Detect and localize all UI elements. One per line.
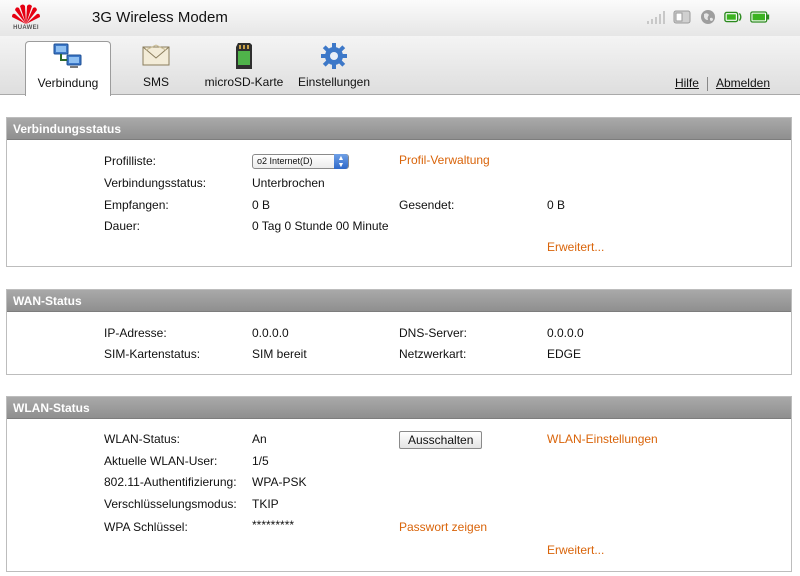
wan-status-panel: WAN-Status IP-Adresse: 0.0.0.0 DNS-Serve…	[6, 289, 792, 375]
connection-status-value: Unterbrochen	[252, 176, 325, 190]
link-divider	[706, 76, 708, 91]
select-arrows-icon: ▲ ▼	[334, 154, 348, 169]
tab-label: Einstellungen	[297, 75, 371, 89]
panel-title: WAN-Status	[7, 290, 791, 312]
encryption-value: TKIP	[252, 497, 279, 511]
encryption-label: Verschlüsselungsmodus:	[104, 497, 237, 511]
sent-label: Gesendet:	[399, 198, 455, 212]
panel-title: WLAN-Status	[7, 397, 791, 419]
top-links: Hilfe Abmelden	[675, 76, 770, 91]
wpa-key-value: *********	[252, 518, 295, 532]
profile-management-link[interactable]: Profil-Verwaltung	[399, 153, 490, 167]
connection-status-label: Verbindungsstatus:	[104, 176, 207, 190]
dns-server-value: 0.0.0.0	[547, 326, 584, 340]
ip-address-label: IP-Adresse:	[104, 326, 167, 340]
dns-server-label: DNS-Server:	[399, 326, 468, 340]
tab-label: SMS	[142, 75, 169, 89]
logout-link[interactable]: Abmelden	[716, 76, 770, 90]
connection-advanced-link[interactable]: Erweitert...	[547, 240, 604, 254]
show-password-link[interactable]: Passwort zeigen	[399, 520, 487, 534]
tab-sms[interactable]: SMS	[126, 41, 186, 95]
tab-einstellungen[interactable]: Einstellungen	[292, 41, 376, 95]
network-type-label: Netzwerkart:	[399, 347, 467, 361]
wlan-settings-link[interactable]: WLAN-Einstellungen	[547, 432, 658, 446]
wlan-users-value: 1/5	[252, 454, 269, 468]
memory-card-icon	[236, 43, 252, 69]
globe-icon	[698, 8, 718, 26]
gear-icon	[321, 43, 347, 69]
tab-verbindung[interactable]: Verbindung	[25, 41, 111, 96]
profile-select[interactable]: o2 Internet(D) ▲ ▼	[252, 154, 349, 169]
brand-name: HUAWEI	[13, 25, 39, 31]
main-navigation: Verbindung SMS microSD-Karte Einstellung…	[0, 36, 800, 96]
panel-title: Verbindungsstatus	[7, 118, 791, 140]
network-type-value: EDGE	[547, 347, 582, 361]
wlan-advanced-link[interactable]: Erweitert...	[547, 543, 604, 557]
title-bar: HUAWEI 3G Wireless Modem	[0, 0, 800, 36]
sim-card-icon	[672, 8, 692, 26]
duration-value: 0 Tag 0 Stunde 00 Minute	[252, 219, 389, 233]
auth-value: WPA-PSK	[252, 475, 307, 489]
huawei-flower-icon	[12, 4, 40, 25]
huawei-logo: HUAWEI	[6, 2, 46, 34]
sim-status-label: SIM-Kartenstatus:	[104, 347, 201, 361]
tab-label: Verbindung	[37, 76, 99, 90]
wpa-key-label: WPA Schlüssel:	[104, 520, 188, 534]
wlan-toggle-button[interactable]: Ausschalten	[399, 431, 483, 449]
status-icon-group	[646, 8, 770, 26]
app-title: 3G Wireless Modem	[92, 9, 228, 26]
connection-status-panel: Verbindungsstatus Profilliste: o2 Intern…	[6, 117, 792, 267]
battery-icon	[750, 8, 770, 26]
duration-label: Dauer:	[104, 219, 141, 233]
wlan-status-label: WLAN-Status:	[104, 432, 181, 446]
ip-address-value: 0.0.0.0	[252, 326, 289, 340]
sim-status-value: SIM bereit	[252, 347, 307, 361]
wlan-status-panel: WLAN-Status WLAN-Status: An Ausschalten …	[6, 396, 792, 572]
envelope-icon	[142, 44, 170, 66]
profile-list-label: Profilliste:	[104, 154, 157, 168]
wlan-status-value: An	[252, 432, 267, 446]
wlan-users-label: Aktuelle WLAN-User:	[104, 454, 218, 468]
auth-label: 802.11-Authentifizierung:	[104, 475, 237, 489]
tab-microsd[interactable]: microSD-Karte	[198, 41, 290, 95]
signal-strength-icon	[646, 8, 666, 26]
sent-value: 0 B	[547, 198, 566, 212]
tab-label: microSD-Karte	[204, 75, 284, 89]
received-label: Empfangen:	[104, 198, 169, 212]
network-computers-icon	[53, 43, 82, 68]
wifi-icon	[724, 8, 744, 26]
help-link[interactable]: Hilfe	[675, 76, 699, 90]
profile-select-value: o2 Internet(D)	[257, 156, 313, 166]
received-value: 0 B	[252, 198, 271, 212]
